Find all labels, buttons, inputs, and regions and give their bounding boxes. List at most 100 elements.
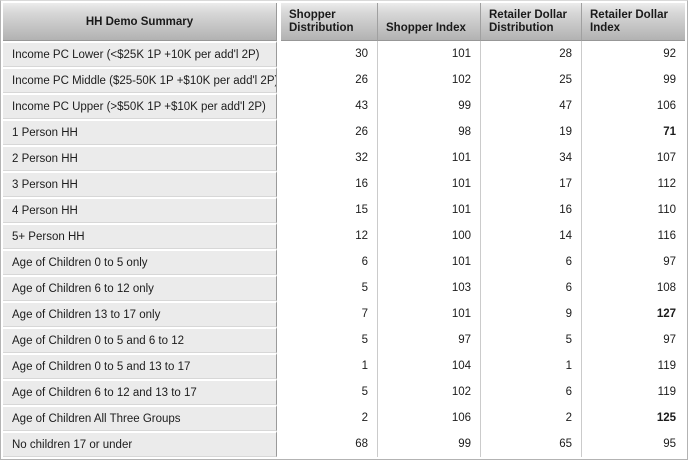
value-cell: 119: [581, 379, 685, 405]
value-cell: 2: [480, 405, 581, 431]
value-cell: 99: [377, 431, 480, 457]
row-label: Income PC Lower (<$25K 1P +10K per add'l…: [3, 41, 277, 67]
value-cell: 12: [281, 223, 377, 249]
value-cell: 16: [480, 197, 581, 223]
value-cell: 28: [480, 41, 581, 67]
table-row: Age of Children 0 to 5 and 6 to 12 5 97 …: [3, 327, 685, 353]
row-label: Age of Children 0 to 5 and 6 to 12: [3, 327, 277, 353]
value-cell: 116: [581, 223, 685, 249]
row-label: 2 Person HH: [3, 145, 277, 171]
value-cell: 108: [581, 275, 685, 301]
value-cell: 104: [377, 353, 480, 379]
value-cell: 30: [281, 41, 377, 67]
value-cell: 26: [281, 67, 377, 93]
value-cell: 9: [480, 301, 581, 327]
value-cell: 16: [281, 171, 377, 197]
value-cell: 26: [281, 119, 377, 145]
column-header-hh-demo-summary[interactable]: HH Demo Summary: [3, 3, 277, 41]
value-cell: 127: [581, 301, 685, 327]
table-row: 5+ Person HH 12 100 14 116: [3, 223, 685, 249]
table-row: Income PC Lower (<$25K 1P +10K per add'l…: [3, 41, 685, 67]
row-label: Income PC Upper (>$50K 1P +$10K per add'…: [3, 93, 277, 119]
value-cell: 7: [281, 301, 377, 327]
table-row: Age of Children 6 to 12 and 13 to 17 5 1…: [3, 379, 685, 405]
row-label: Age of Children 0 to 5 and 13 to 17: [3, 353, 277, 379]
value-cell: 99: [581, 67, 685, 93]
value-cell: 92: [581, 41, 685, 67]
value-cell: 43: [281, 93, 377, 119]
value-cell: 19: [480, 119, 581, 145]
table-row: 1 Person HH 26 98 19 71: [3, 119, 685, 145]
value-cell: 101: [377, 145, 480, 171]
value-cell: 34: [480, 145, 581, 171]
value-cell: 6: [281, 249, 377, 275]
value-cell: 112: [581, 171, 685, 197]
value-cell: 97: [581, 249, 685, 275]
value-cell: 110: [581, 197, 685, 223]
value-cell: 102: [377, 67, 480, 93]
row-label: 3 Person HH: [3, 171, 277, 197]
value-cell: 5: [480, 327, 581, 353]
column-header-shopper-index[interactable]: Shopper Index: [377, 3, 480, 41]
row-label: Income PC Middle ($25-50K 1P +$10K per a…: [3, 67, 277, 93]
row-label: 4 Person HH: [3, 197, 277, 223]
value-cell: 119: [581, 353, 685, 379]
row-label: 5+ Person HH: [3, 223, 277, 249]
table-row: 2 Person HH 32 101 34 107: [3, 145, 685, 171]
table-row: Age of Children 13 to 17 only 7 101 9 12…: [3, 301, 685, 327]
value-cell: 32: [281, 145, 377, 171]
table-row: Age of Children 0 to 5 only 6 101 6 97: [3, 249, 685, 275]
value-cell: 107: [581, 145, 685, 171]
value-cell: 102: [377, 379, 480, 405]
row-label: Age of Children 6 to 12 and 13 to 17: [3, 379, 277, 405]
value-cell: 106: [581, 93, 685, 119]
row-label: Age of Children All Three Groups: [3, 405, 277, 431]
hh-demo-summary-table: HH Demo Summary Shopper Distribution Sho…: [0, 0, 688, 460]
value-cell: 103: [377, 275, 480, 301]
table-row: Age of Children 6 to 12 only 5 103 6 108: [3, 275, 685, 301]
value-cell: 5: [281, 379, 377, 405]
table-row: Age of Children 0 to 5 and 13 to 17 1 10…: [3, 353, 685, 379]
table-row: No children 17 or under 68 99 65 95: [3, 431, 685, 457]
value-cell: 2: [281, 405, 377, 431]
value-cell: 6: [480, 249, 581, 275]
value-cell: 95: [581, 431, 685, 457]
value-cell: 97: [377, 327, 480, 353]
table-row: 3 Person HH 16 101 17 112: [3, 171, 685, 197]
table-row: Income PC Upper (>$50K 1P +$10K per add'…: [3, 93, 685, 119]
value-cell: 14: [480, 223, 581, 249]
table-row: 4 Person HH 15 101 16 110: [3, 197, 685, 223]
value-cell: 25: [480, 67, 581, 93]
row-label: Age of Children 13 to 17 only: [3, 301, 277, 327]
value-cell: 101: [377, 197, 480, 223]
column-header-retailer-dollar-index[interactable]: Retailer Dollar Index: [581, 3, 685, 41]
value-cell: 6: [480, 275, 581, 301]
value-cell: 6: [480, 379, 581, 405]
table-row: Age of Children All Three Groups 2 106 2…: [3, 405, 685, 431]
value-cell: 71: [581, 119, 685, 145]
value-cell: 125: [581, 405, 685, 431]
value-cell: 5: [281, 275, 377, 301]
table-row: Income PC Middle ($25-50K 1P +$10K per a…: [3, 67, 685, 93]
value-cell: 1: [480, 353, 581, 379]
column-header-retailer-dollar-distribution[interactable]: Retailer Dollar Distribution: [480, 3, 581, 41]
value-cell: 101: [377, 249, 480, 275]
value-cell: 47: [480, 93, 581, 119]
column-header-shopper-distribution[interactable]: Shopper Distribution: [281, 3, 377, 41]
row-label: 1 Person HH: [3, 119, 277, 145]
value-cell: 68: [281, 431, 377, 457]
value-cell: 65: [480, 431, 581, 457]
value-cell: 101: [377, 41, 480, 67]
value-cell: 101: [377, 171, 480, 197]
row-label: Age of Children 6 to 12 only: [3, 275, 277, 301]
value-cell: 15: [281, 197, 377, 223]
value-cell: 101: [377, 301, 480, 327]
value-cell: 1: [281, 353, 377, 379]
value-cell: 100: [377, 223, 480, 249]
row-label: No children 17 or under: [3, 431, 277, 457]
value-cell: 98: [377, 119, 480, 145]
value-cell: 106: [377, 405, 480, 431]
row-label: Age of Children 0 to 5 only: [3, 249, 277, 275]
value-cell: 99: [377, 93, 480, 119]
value-cell: 5: [281, 327, 377, 353]
